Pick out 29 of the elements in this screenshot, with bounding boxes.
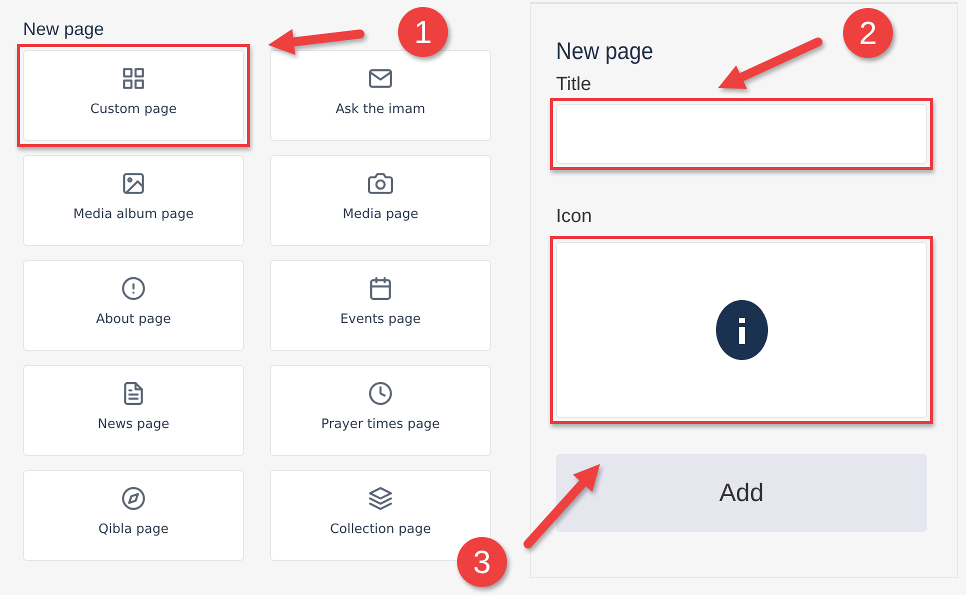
section-heading: New page	[23, 18, 104, 41]
step-number-badge: 2	[843, 8, 893, 58]
field-label: Title	[556, 74, 592, 96]
page-type-card[interactable]: About page	[23, 260, 244, 351]
image-icon	[121, 171, 146, 196]
page-type-card[interactable]: Qibla page	[23, 470, 244, 561]
info-icon	[716, 300, 768, 360]
grid-icon	[121, 66, 146, 91]
layers-icon	[368, 486, 393, 511]
compass-icon	[121, 486, 146, 511]
envelope-icon	[368, 66, 393, 91]
page-type-card[interactable]: Prayer times page	[270, 365, 491, 456]
page-type-card[interactable]: Media album page	[23, 155, 244, 246]
clock-icon	[368, 381, 393, 406]
page-type-card[interactable]: Events page	[270, 260, 491, 351]
form-heading: New page	[556, 38, 654, 66]
step-number-badge: 3	[457, 537, 507, 587]
page-type-card[interactable]: Media page	[270, 155, 491, 246]
title-input-field[interactable]	[556, 104, 927, 164]
page-type-card[interactable]: Custom page	[23, 50, 244, 141]
field-label: Icon	[556, 206, 592, 228]
exclamation-circle-icon	[121, 276, 146, 301]
document-icon	[121, 381, 146, 406]
camera-icon	[368, 171, 393, 196]
calendar-icon	[368, 276, 393, 301]
step-number-badge: 1	[398, 7, 448, 57]
page-type-card[interactable]: Ask the imam	[270, 50, 491, 141]
page-type-card[interactable]: News page	[23, 365, 244, 456]
add-button[interactable]: Add	[556, 454, 927, 532]
